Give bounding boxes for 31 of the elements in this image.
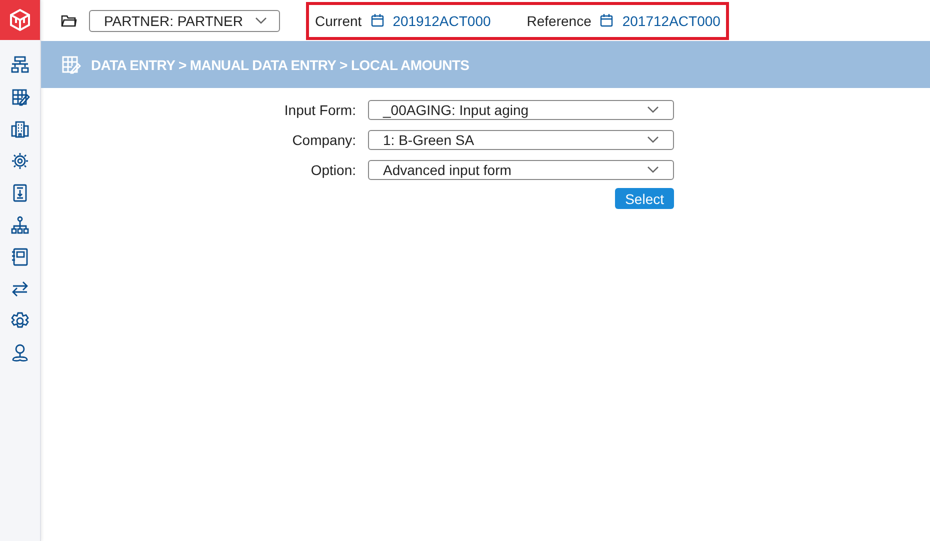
user-icon[interactable] xyxy=(10,343,30,363)
field-label: Input Form: xyxy=(283,102,356,118)
period-label: Current xyxy=(315,12,362,28)
entry-icon[interactable] xyxy=(10,87,30,107)
calendar-icon xyxy=(370,14,384,27)
app-logo[interactable] xyxy=(0,0,40,40)
breadcrumb: DATA ENTRY > MANUAL DATA ENTRY > LOCAL AMOUNTS xyxy=(91,56,470,72)
chevron-down-icon xyxy=(647,106,659,114)
tree-icon[interactable] xyxy=(10,215,30,235)
dropdown-field[interactable]: Advanced input form xyxy=(368,160,674,180)
calendar-icon xyxy=(600,14,614,27)
period-label: Reference xyxy=(526,12,592,28)
dropdown-field[interactable]: _00AGING: Input aging xyxy=(368,100,674,120)
folder-icon[interactable] xyxy=(61,14,77,27)
buildings-icon[interactable] xyxy=(10,119,30,139)
field-label: Option: xyxy=(310,162,356,178)
grid-edit-icon xyxy=(61,54,81,74)
hierarchy-icon[interactable] xyxy=(10,55,30,75)
select-button[interactable]: Select xyxy=(615,188,674,209)
cube-logo-icon xyxy=(8,8,32,32)
period-value[interactable]: 201712ACT000 xyxy=(622,12,720,28)
chevron-down-icon xyxy=(647,136,659,144)
period-value[interactable]: 201912ACT000 xyxy=(392,12,491,28)
dropdown-field[interactable]: 1: B-Green SA xyxy=(368,130,674,150)
chevron-down-icon xyxy=(647,166,659,174)
transfer-icon[interactable] xyxy=(10,279,30,299)
process-icon[interactable] xyxy=(10,151,30,171)
partner-dropdown[interactable]: PARTNER: PARTNER xyxy=(89,10,280,32)
chevron-down-icon xyxy=(255,16,267,24)
notebook-icon[interactable] xyxy=(10,247,30,267)
field-label: Company: xyxy=(291,132,356,148)
